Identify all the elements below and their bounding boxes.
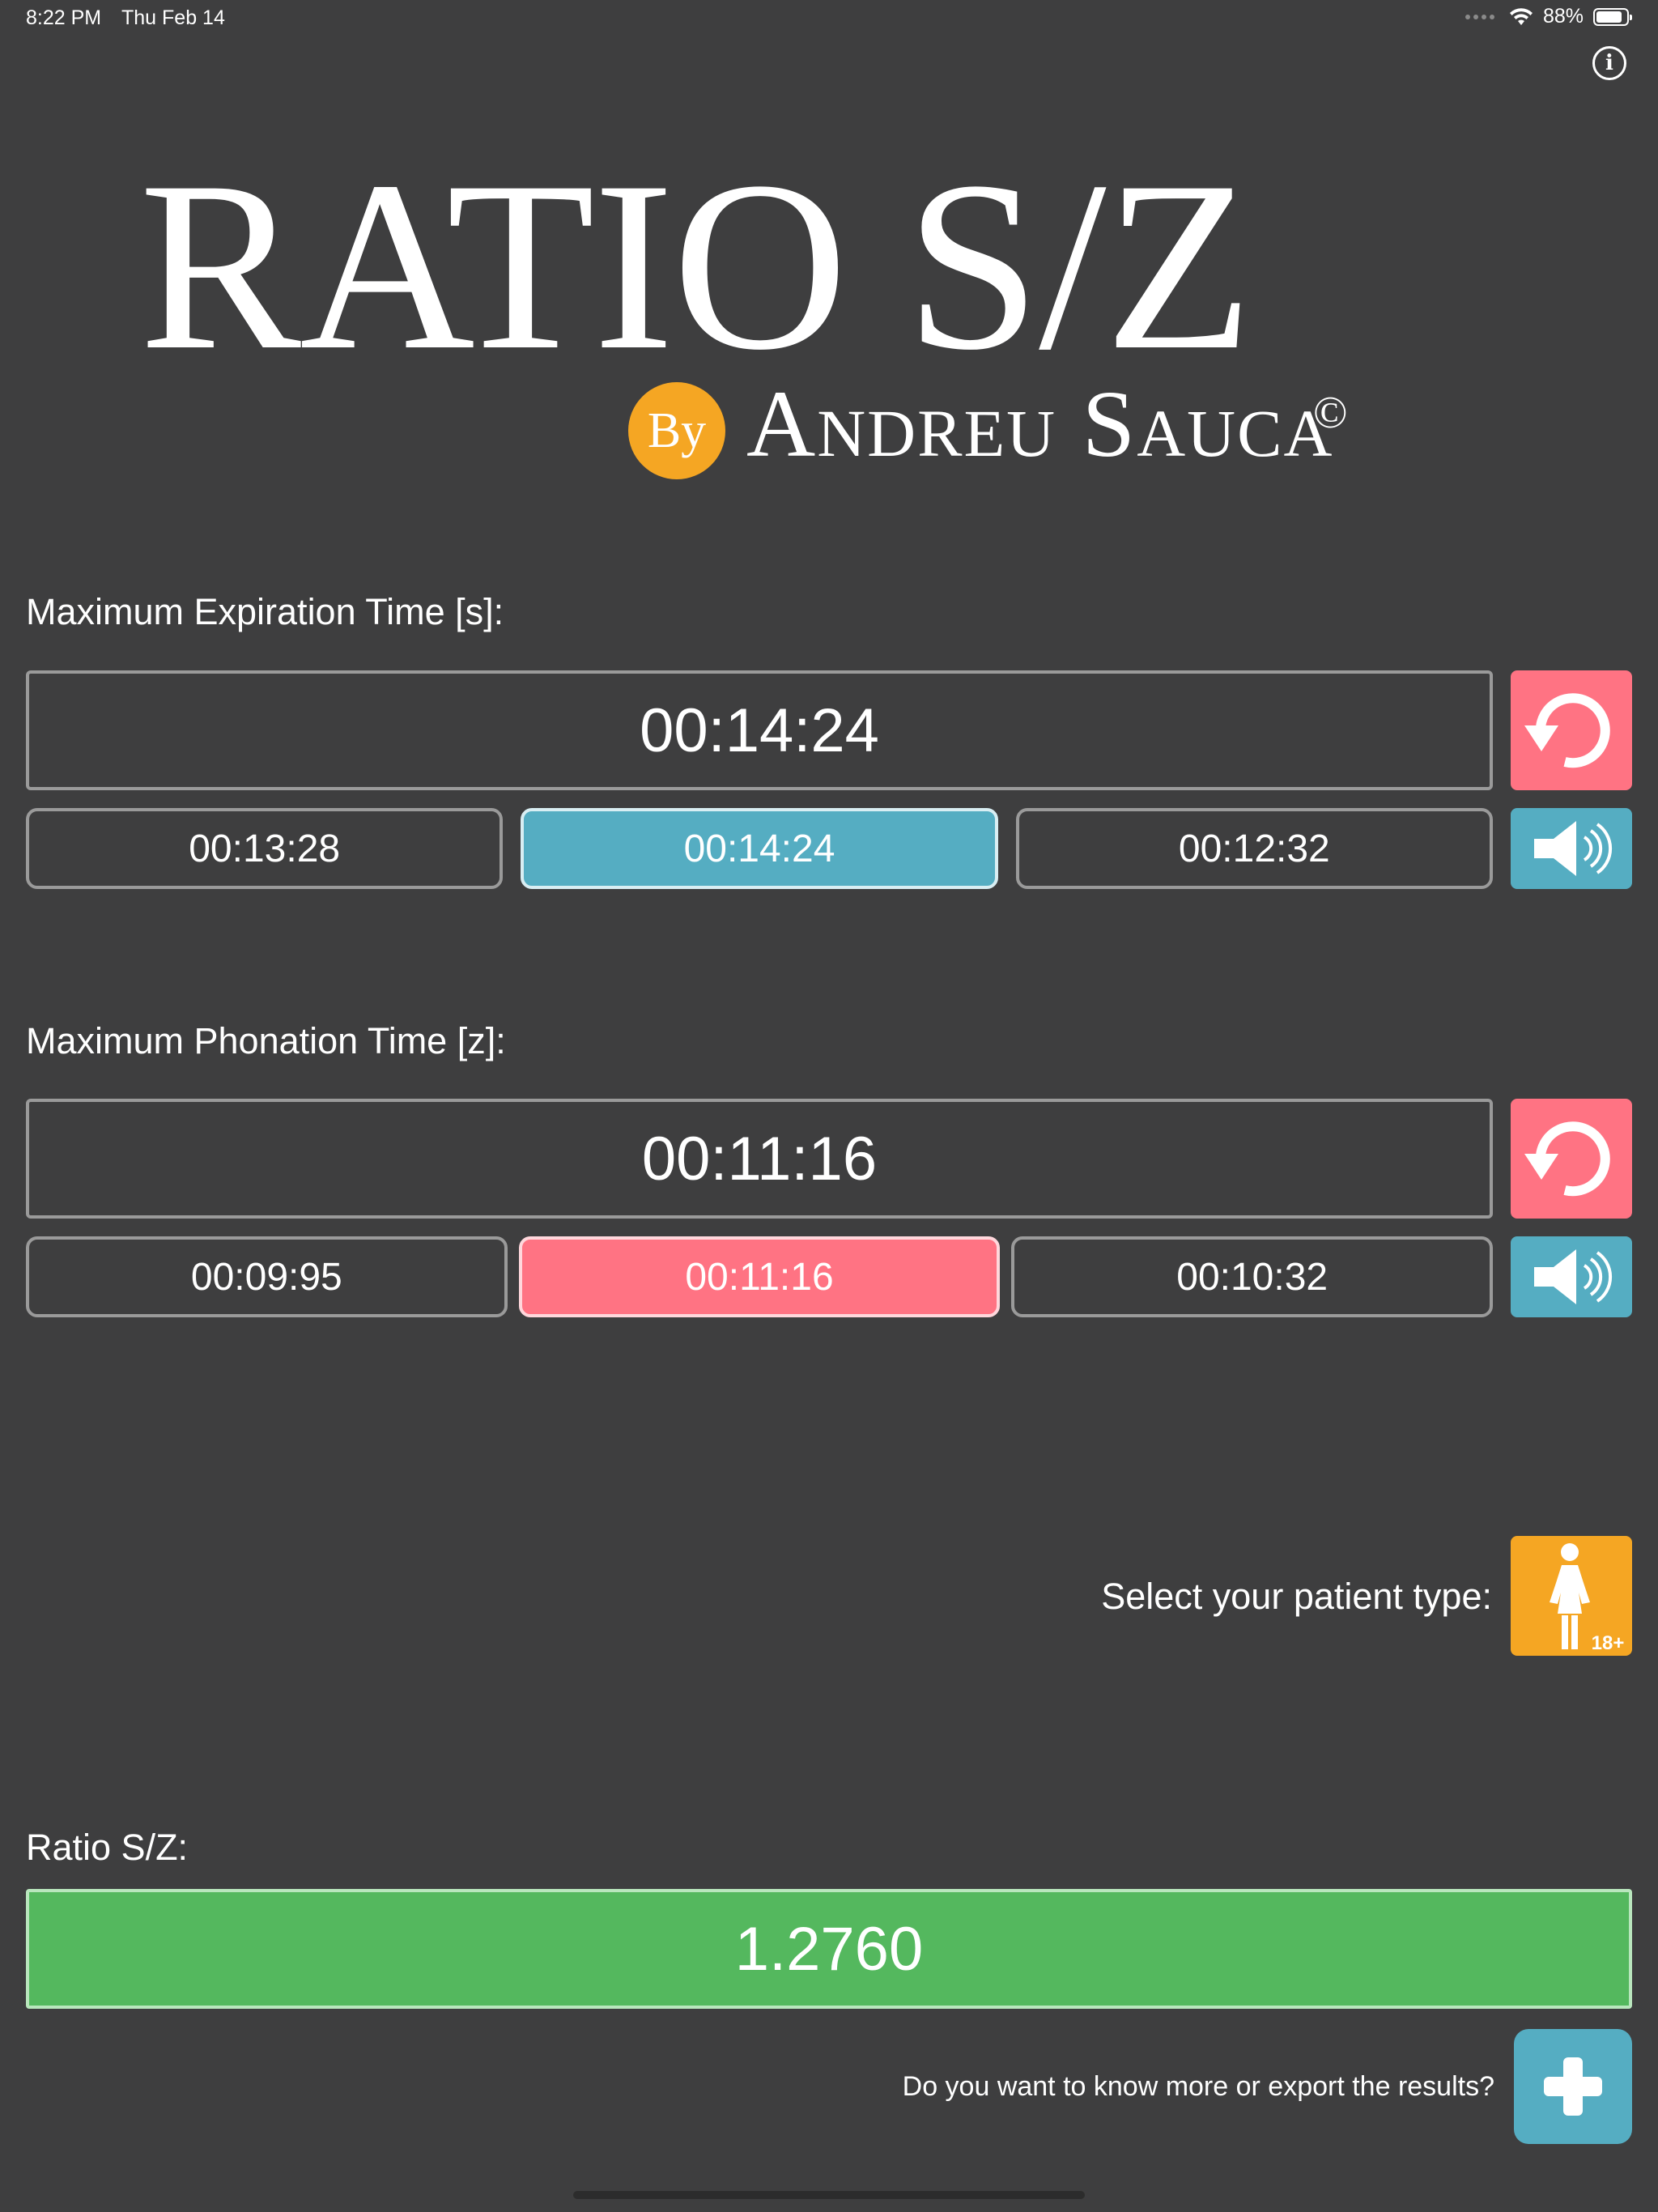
plus-icon — [1544, 2057, 1602, 2116]
phonation-attempts: 00:09:95 00:11:16 00:10:32 — [26, 1236, 1494, 1317]
more-export-button[interactable] — [1514, 2029, 1632, 2144]
expiration-attempt-2[interactable]: 00:14:24 — [521, 808, 998, 889]
info-icon: i — [1605, 51, 1613, 75]
ratio-value: 1.2760 — [26, 1889, 1632, 2009]
phonation-reset-button[interactable] — [1511, 1099, 1632, 1219]
reset-icon — [1524, 693, 1610, 768]
status-date: Thu Feb 14 — [121, 6, 225, 29]
phonation-time-display[interactable]: 00:11:16 — [26, 1099, 1493, 1219]
patient-type-button[interactable]: 18+ — [1511, 1536, 1632, 1656]
age-badge: 18+ — [1592, 1632, 1625, 1654]
expiration-attempt-1[interactable]: 00:13:28 — [26, 808, 504, 889]
copyright-symbol: © — [1313, 388, 1348, 438]
woman-icon: 18+ — [1550, 1543, 1625, 1654]
status-time: 8:22 PM — [26, 6, 102, 29]
phonation-attempt-1[interactable]: 00:09:95 — [26, 1236, 508, 1317]
wifi-icon — [1509, 7, 1533, 25]
cellular-dots-icon — [1465, 14, 1494, 19]
phonation-label: Maximum Phonation Time [z]: — [26, 1020, 506, 1061]
expiration-label: Maximum Expiration Time [s]: — [26, 591, 504, 632]
expiration-attempts: 00:13:28 00:14:24 00:12:32 — [26, 808, 1493, 889]
more-info-label: Do you want to know more or export the r… — [902, 2071, 1494, 2102]
expiration-reset-button[interactable] — [1511, 670, 1632, 790]
home-indicator[interactable] — [573, 2191, 1085, 2199]
ratio-label: Ratio S/Z: — [26, 1827, 189, 1868]
phonation-attempt-3[interactable]: 00:10:32 — [1011, 1236, 1494, 1317]
expiration-time-display[interactable]: 00:14:24 — [26, 670, 1493, 790]
reset-icon — [1524, 1121, 1610, 1197]
speaker-icon — [1534, 1249, 1613, 1304]
app-title: RATIO S/Z — [139, 131, 1253, 400]
phonation-sound-button[interactable] — [1511, 1236, 1632, 1317]
by-badge: By — [628, 382, 725, 479]
patient-type-label: Select your patient type: — [1101, 1576, 1492, 1617]
phonation-attempt-2[interactable]: 00:11:16 — [518, 1236, 1001, 1317]
speaker-icon — [1534, 821, 1613, 876]
battery-percent: 88% — [1542, 5, 1584, 28]
expiration-sound-button[interactable] — [1511, 808, 1632, 889]
author-name: Andreu Sauca — [746, 371, 1334, 477]
info-button[interactable]: i — [1592, 46, 1626, 80]
expiration-attempt-3[interactable]: 00:12:32 — [1015, 808, 1493, 889]
battery-icon — [1593, 7, 1632, 26]
status-indicators: 88% — [1465, 5, 1632, 28]
